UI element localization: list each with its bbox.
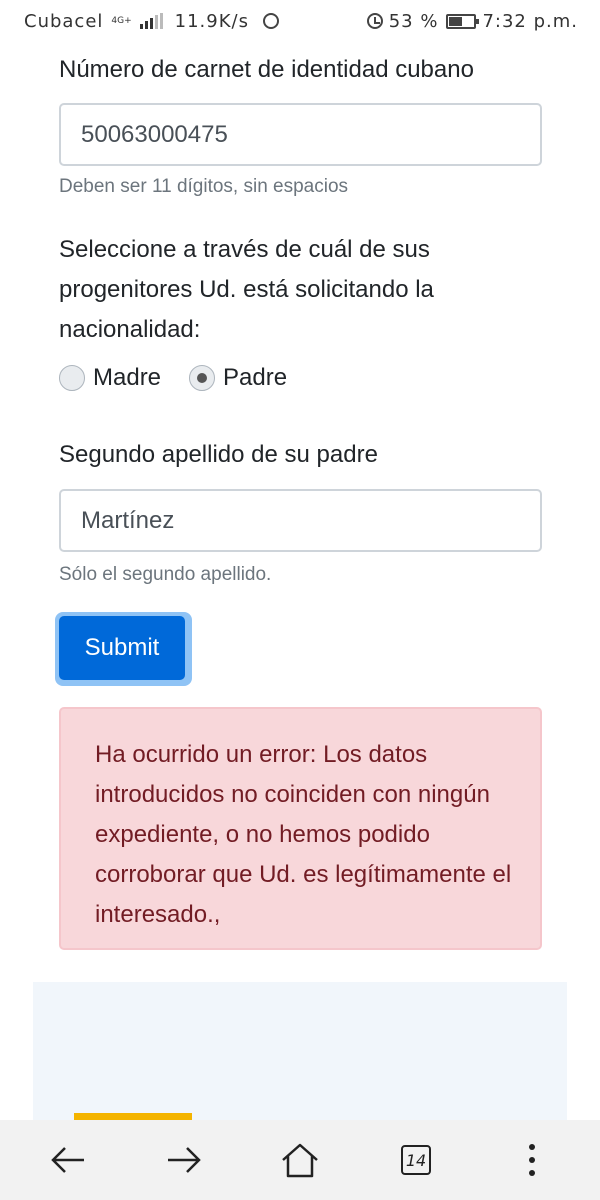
error-message: Ha ocurrido un error: Los datos introduc… — [95, 741, 512, 928]
network-speed: 11.9K/s — [174, 10, 249, 32]
home-icon — [282, 1143, 318, 1178]
surname-input[interactable]: Martínez — [59, 489, 542, 552]
radio-mother[interactable] — [59, 365, 85, 391]
tab-count: 14 — [405, 1150, 427, 1170]
ci-input-value: 50063000475 — [81, 120, 228, 148]
error-alert: Ha ocurrido un error: Los datos introduc… — [59, 707, 542, 950]
ci-input[interactable]: 50063000475 — [59, 103, 542, 166]
panel-accent-bar — [74, 1113, 192, 1120]
status-left: Cubacel 4G+ 11.9K/s — [24, 11, 279, 32]
radio-selected-dot — [197, 373, 208, 383]
signal-icon — [139, 13, 163, 29]
status-bar: Cubacel 4G+ 11.9K/s 53 % 7:32 p.m. — [0, 0, 600, 42]
battery-fill — [449, 16, 463, 26]
forward-arrow-icon — [168, 1147, 201, 1173]
surname-input-wrap: Martínez — [59, 489, 542, 552]
back-arrow-icon — [51, 1147, 84, 1173]
sync-icon — [262, 13, 279, 29]
battery-percent: 53 % — [388, 10, 439, 32]
alarm-icon — [366, 13, 383, 29]
submit-button[interactable]: Submit — [59, 616, 185, 680]
ci-group: Número de carnet de identidad cubano — [59, 50, 542, 90]
surname-input-value: Martínez — [81, 506, 175, 534]
ci-help-text: Deben ser 11 dígitos, sin espacios — [59, 176, 349, 197]
radio-father[interactable] — [189, 365, 216, 391]
ci-help-wrap: Deben ser 11 dígitos, sin espacios — [59, 176, 542, 198]
tabs-button[interactable]: 14 — [376, 1125, 456, 1195]
surname-label: Segundo apellido de su padre — [59, 441, 378, 468]
submit-focus-ring: Submit — [55, 612, 192, 686]
forward-button[interactable] — [144, 1125, 224, 1195]
surname-group: Segundo apellido de su padre — [59, 435, 542, 475]
radio-father-label: Padre — [223, 364, 288, 391]
radio-option-mother[interactable]: Madre — [59, 364, 161, 392]
parent-radio-group: Madre Padre — [59, 364, 542, 392]
surname-help-text: Sólo el segundo apellido. — [59, 564, 272, 585]
status-right: 53 % 7:32 p.m. — [366, 10, 578, 32]
browser-bottom-nav: 14 — [0, 1120, 600, 1200]
network-type: 4G+ — [111, 15, 132, 26]
surname-help-wrap: Sólo el segundo apellido. — [59, 564, 542, 586]
ci-label: Número de carnet de identidad cubano — [59, 56, 474, 83]
back-button[interactable] — [28, 1125, 108, 1195]
tabs-icon: 14 — [401, 1145, 431, 1175]
radio-row: Madre Padre — [59, 364, 542, 392]
radio-mother-label: Madre — [93, 364, 162, 391]
content-panel — [33, 982, 567, 1122]
carrier-name: Cubacel — [24, 10, 104, 32]
battery-icon — [446, 13, 480, 29]
parent-question: Seleccione a través de cuál de sus proge… — [59, 230, 499, 350]
ci-input-wrap: 50063000475 — [59, 103, 542, 166]
clock: 7:32 p.m. — [482, 10, 578, 32]
parent-label: Seleccione a través de cuál de sus proge… — [59, 236, 434, 343]
more-vertical-icon — [529, 1144, 535, 1176]
radio-option-father[interactable]: Padre — [189, 364, 287, 392]
more-menu-button[interactable] — [492, 1125, 572, 1195]
home-button[interactable] — [260, 1125, 340, 1195]
